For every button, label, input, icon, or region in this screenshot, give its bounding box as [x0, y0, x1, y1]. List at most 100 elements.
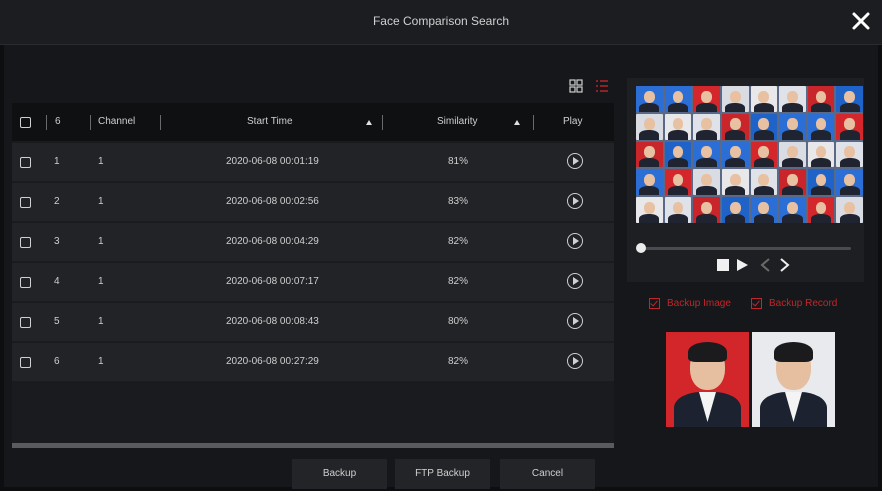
row-index: 6 [54, 356, 60, 367]
mosaic-face [807, 86, 835, 112]
mosaic-face [721, 141, 749, 168]
matched-face-photo [752, 332, 835, 427]
mosaic-face [721, 169, 749, 196]
backup-image-checkbox[interactable] [649, 298, 660, 309]
row-start-time: 2020-06-08 00:08:43 [226, 316, 319, 327]
row-channel: 1 [98, 196, 104, 207]
mosaic-face [636, 169, 663, 196]
mosaic-face [750, 86, 778, 112]
row-similarity: 81% [448, 156, 469, 167]
row-checkbox[interactable] [20, 317, 31, 328]
preview-image [636, 86, 863, 223]
play-circle-icon[interactable] [567, 273, 583, 289]
mosaic-face [721, 86, 749, 112]
play-circle-icon[interactable] [567, 313, 583, 329]
mosaic-face [750, 197, 778, 223]
mosaic-face [779, 169, 806, 196]
column-divider [90, 115, 91, 130]
play-icon[interactable] [737, 259, 748, 271]
sort-start-time-icon[interactable] [366, 120, 372, 125]
title-bar: Face Comparison Search [0, 0, 882, 45]
table-row[interactable]: 6 1 2020-06-08 00:27:29 82% [12, 343, 614, 381]
row-similarity: 82% [448, 236, 469, 247]
row-checkbox[interactable] [20, 157, 31, 168]
play-circle-icon[interactable] [567, 193, 583, 209]
mosaic-face [750, 141, 778, 168]
column-divider [46, 115, 47, 130]
grid-view-icon[interactable] [569, 79, 583, 93]
backup-record-checkbox[interactable] [751, 298, 762, 309]
row-index: 5 [54, 316, 60, 327]
play-circle-icon[interactable] [567, 233, 583, 249]
row-channel: 1 [98, 156, 104, 167]
mosaic-face [779, 113, 806, 140]
column-similarity[interactable]: Similarity [437, 103, 478, 141]
mosaic-face [836, 141, 863, 168]
mosaic-face [693, 141, 720, 168]
row-similarity: 80% [448, 316, 469, 327]
playback-progress-knob[interactable] [636, 243, 646, 253]
row-channel: 1 [98, 316, 104, 327]
row-similarity: 82% [448, 356, 469, 367]
prev-icon[interactable] [760, 258, 770, 272]
mosaic-face [636, 197, 663, 223]
mosaic-face [721, 113, 749, 140]
close-icon[interactable] [848, 8, 874, 34]
table-row[interactable]: 5 1 2020-06-08 00:08:43 80% [12, 303, 614, 341]
play-circle-icon[interactable] [567, 353, 583, 369]
mosaic-face [836, 113, 863, 140]
ftp-backup-button[interactable]: FTP Backup [395, 459, 490, 489]
column-play: Play [563, 116, 583, 127]
row-start-time: 2020-06-08 00:04:29 [226, 236, 319, 247]
mosaic-face [693, 86, 720, 112]
window-title: Face Comparison Search [372, 14, 510, 28]
row-channel: 1 [98, 356, 104, 367]
mosaic-face [836, 197, 863, 223]
stop-icon[interactable] [717, 259, 729, 271]
table-row[interactable]: 1 1 2020-06-08 00:01:19 81% [12, 143, 614, 181]
row-similarity: 82% [448, 276, 469, 287]
mosaic-face [693, 197, 720, 223]
row-index: 4 [54, 276, 60, 287]
select-all-checkbox[interactable] [20, 117, 31, 128]
playback-progress-track[interactable] [642, 247, 851, 250]
list-view-icon[interactable] [596, 80, 608, 92]
mosaic-face [836, 86, 863, 112]
row-similarity: 83% [448, 196, 469, 207]
mosaic-face [836, 169, 863, 196]
sort-similarity-icon[interactable] [514, 120, 520, 125]
query-face-photo [666, 332, 749, 427]
column-start-time[interactable]: Start Time [247, 103, 293, 141]
table-row[interactable]: 4 1 2020-06-08 00:07:17 82% [12, 263, 614, 301]
backup-button[interactable]: Backup [292, 459, 387, 489]
table-row[interactable]: 2 1 2020-06-08 00:02:56 83% [12, 183, 614, 221]
mosaic-face [664, 197, 692, 223]
play-circle-icon[interactable] [567, 153, 583, 169]
mosaic-face [693, 169, 720, 196]
table-row[interactable]: 3 1 2020-06-08 00:04:29 82% [12, 223, 614, 261]
result-count: 6 [55, 116, 61, 127]
mosaic-face [750, 113, 778, 140]
view-toggle [569, 79, 608, 93]
row-checkbox[interactable] [20, 357, 31, 368]
mosaic-face [664, 113, 692, 140]
row-checkbox[interactable] [20, 277, 31, 288]
mosaic-face [807, 141, 835, 168]
backup-record-label: Backup Record [769, 298, 838, 309]
column-channel[interactable]: Channel [98, 103, 135, 141]
results-table: 6 Channel Start Time Similarity Play 1 1… [12, 103, 614, 443]
row-checkbox[interactable] [20, 237, 31, 248]
next-icon[interactable] [780, 258, 790, 272]
horizontal-scrollbar[interactable] [12, 443, 614, 448]
mosaic-face [721, 197, 749, 223]
row-start-time: 2020-06-08 00:01:19 [226, 156, 319, 167]
row-checkbox[interactable] [20, 197, 31, 208]
mosaic-face [664, 86, 692, 112]
mosaic-face [636, 86, 663, 112]
cancel-button[interactable]: Cancel [500, 459, 595, 489]
mosaic-face [693, 113, 720, 140]
mosaic-face [779, 141, 806, 168]
playback-controls [717, 258, 790, 272]
row-channel: 1 [98, 276, 104, 287]
column-divider [533, 115, 534, 130]
